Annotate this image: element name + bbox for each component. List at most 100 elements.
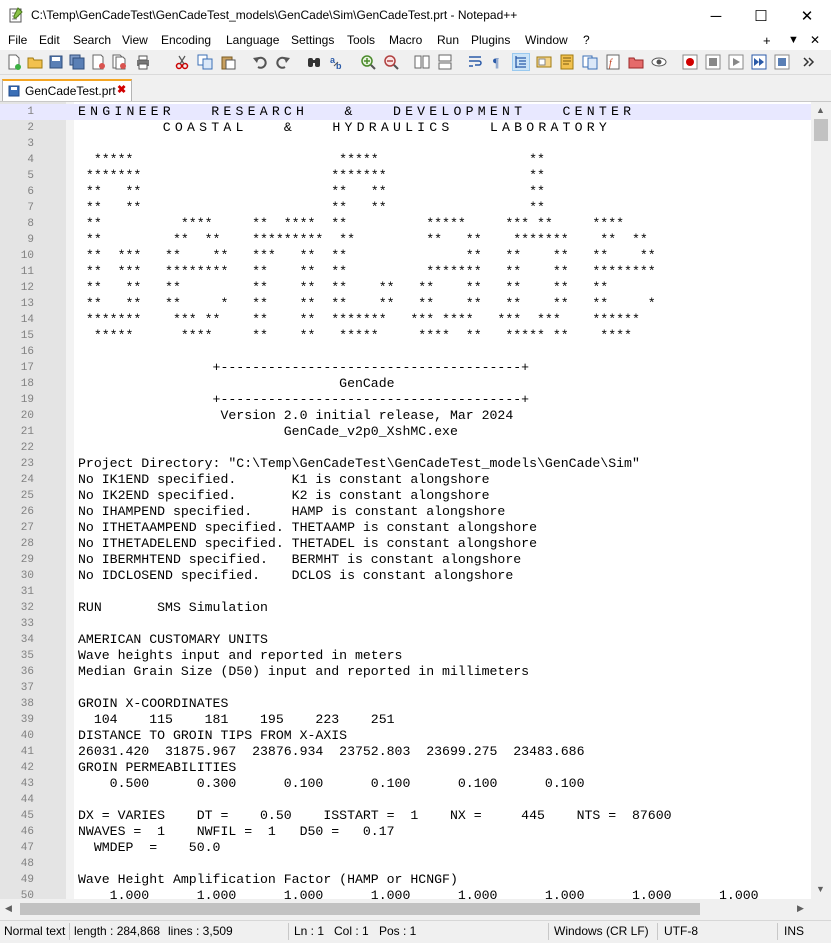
menu-window[interactable]: Window	[525, 33, 568, 47]
line-text[interactable]: ***** **** ** ** ***** **** ** ***** ** …	[78, 328, 632, 344]
tab-close-icon[interactable]: ✖	[117, 83, 126, 96]
new-tab-button[interactable]: +	[763, 33, 771, 48]
monitoring-icon[interactable]	[651, 54, 667, 70]
line-text[interactable]: Wave Height Amplification Factor (HAMP o…	[78, 872, 458, 888]
replace-icon[interactable]: ab	[329, 54, 345, 70]
line-text[interactable]: ** ** ** ********* ** ** ** ******* ** *…	[78, 232, 648, 248]
code-line[interactable]: 2 COASTAL & HYDRAULICS LABORATORY	[0, 120, 811, 136]
line-text[interactable]: ENGINEER RESEARCH & DEVELOPMENT CENTER	[78, 104, 635, 120]
sync-vertical-icon[interactable]	[414, 54, 430, 70]
undo-icon[interactable]	[252, 54, 268, 70]
menu-edit[interactable]: Edit	[39, 33, 60, 47]
close-doc-button[interactable]: ✕	[810, 33, 820, 47]
sync-horizontal-icon[interactable]	[437, 54, 453, 70]
doc-map-icon[interactable]	[559, 54, 575, 70]
save-all-icon[interactable]	[69, 54, 85, 70]
show-all-chars-icon[interactable]: ¶	[490, 54, 506, 70]
menu-file[interactable]: File	[8, 33, 27, 47]
editor[interactable]: 1 ENGINEER RESEARCH & DEVELOPMENT CENTER 2…	[0, 102, 811, 899]
code-line[interactable]: 19 +------------------------------------…	[0, 392, 811, 408]
code-line[interactable]: 13 ** ** ** * ** ** ** ** ** ** ** ** **…	[0, 296, 811, 312]
record-macro-icon[interactable]	[682, 54, 698, 70]
zoom-in-icon[interactable]	[360, 54, 376, 70]
line-text[interactable]: DX = VARIES DT = 0.50 ISSTART = 1 NX = 4…	[78, 808, 672, 824]
line-text[interactable]: No IK1END specified. K1 is constant alon…	[78, 472, 490, 488]
line-text[interactable]: ******* *** ** ** ** ******* *** **** **…	[78, 312, 640, 328]
indent-guide-icon[interactable]	[512, 53, 530, 71]
code-line[interactable]: 24 No IK1END specified. K1 is constant al…	[0, 472, 811, 488]
folder-workspace-icon[interactable]	[628, 54, 644, 70]
scroll-right-icon[interactable]: ▶	[797, 903, 804, 914]
menu-run[interactable]: Run	[437, 33, 459, 47]
line-text[interactable]: COASTAL & HYDRAULICS LABORATORY	[78, 120, 611, 136]
code-line[interactable]: 33	[0, 616, 811, 632]
code-line[interactable]: 15 ***** **** ** ** ***** **** ** ***** …	[0, 328, 811, 344]
print-icon[interactable]	[135, 54, 151, 70]
line-text[interactable]: +--------------------------------------+	[78, 392, 530, 408]
line-text[interactable]: No IDCLOSEND specified. DCLOS is constan…	[78, 568, 513, 584]
code-line[interactable]: 23 Project Directory: "C:\Temp\GenCadeTes…	[0, 456, 811, 472]
code-line[interactable]: 8 ** **** ** **** ** ***** *** ** ****	[0, 216, 811, 232]
code-line[interactable]: 49 Wave Height Amplification Factor (HAMP…	[0, 872, 811, 888]
line-text[interactable]: ** *** ******** ** ** ** ******* ** ** *…	[78, 264, 656, 280]
run-macro-multiple-icon[interactable]	[751, 54, 767, 70]
code-line[interactable]: 11 ** *** ******** ** ** ** ******* ** *…	[0, 264, 811, 280]
menu-macro[interactable]: Macro	[389, 33, 422, 47]
code-line[interactable]: 26 No IHAMPEND specified. HAMP is constan…	[0, 504, 811, 520]
line-text[interactable]: DISTANCE TO GROIN TIPS FROM X-AXIS	[78, 728, 347, 744]
code-line[interactable]: 27 No ITHETAAMPEND specified. THETAAMP is…	[0, 520, 811, 536]
code-area[interactable]: 1 ENGINEER RESEARCH & DEVELOPMENT CENTER 2…	[0, 104, 811, 899]
code-line[interactable]: 40 DISTANCE TO GROIN TIPS FROM X-AXIS	[0, 728, 811, 744]
code-line[interactable]: 9 ** ** ** ********* ** ** ** ******* **…	[0, 232, 811, 248]
code-line[interactable]: 39 104 115 181 195 223 251	[0, 712, 811, 728]
line-text[interactable]: GROIN PERMEABILITIES	[78, 760, 236, 776]
line-text[interactable]: ** **** ** **** ** ***** *** ** ****	[78, 216, 624, 232]
line-text[interactable]: ** ** ** * ** ** ** ** ** ** ** ** ** *	[78, 296, 656, 312]
menu-plugins[interactable]: Plugins	[471, 33, 510, 47]
line-text[interactable]: No IK2END specified. K2 is constant alon…	[78, 488, 490, 504]
line-text[interactable]: No ITHETAAMPEND specified. THETAAMP is c…	[78, 520, 537, 536]
user-lang-icon[interactable]	[536, 54, 552, 70]
code-line[interactable]: 44	[0, 792, 811, 808]
toolbar-overflow-icon[interactable]	[800, 54, 816, 70]
code-line[interactable]: 50 1.000 1.000 1.000 1.000 1.000 1.000 1…	[0, 888, 811, 899]
menu-encoding[interactable]: Encoding	[161, 33, 211, 47]
code-line[interactable]: 30 No IDCLOSEND specified. DCLOS is const…	[0, 568, 811, 584]
code-line[interactable]: 35 Wave heights input and reported in met…	[0, 648, 811, 664]
horizontal-scroll-thumb[interactable]	[20, 903, 700, 915]
menu-settings[interactable]: Settings	[291, 33, 334, 47]
line-text[interactable]: ** ** ** ** **	[78, 184, 545, 200]
code-line[interactable]: 16	[0, 344, 811, 360]
menu-view[interactable]: View	[122, 33, 148, 47]
close-file-icon[interactable]	[90, 54, 106, 70]
code-line[interactable]: 46 NWAVES = 1 NWFIL = 1 D50 = 0.17	[0, 824, 811, 840]
vertical-scrollbar[interactable]: ▲ ▼	[811, 102, 831, 899]
code-line[interactable]: 3	[0, 136, 811, 152]
line-text[interactable]: NWAVES = 1 NWFIL = 1 D50 = 0.17	[78, 824, 395, 840]
code-line[interactable]: 10 ** *** ** ** *** ** ** ** ** ** ** **	[0, 248, 811, 264]
new-file-icon[interactable]	[6, 54, 22, 70]
line-text[interactable]: 1.000 1.000 1.000 1.000 1.000 1.000 1.00…	[78, 888, 759, 899]
code-line[interactable]: 45 DX = VARIES DT = 0.50 ISSTART = 1 NX =…	[0, 808, 811, 824]
line-text[interactable]: ** ** ** ** **	[78, 200, 545, 216]
code-line[interactable]: 25 No IK2END specified. K2 is constant al…	[0, 488, 811, 504]
code-line[interactable]: 7 ** ** ** ** **	[0, 200, 811, 216]
horizontal-scrollbar[interactable]: ◀ ▶	[0, 899, 811, 919]
line-text[interactable]: 0.500 0.300 0.100 0.100 0.100 0.100	[78, 776, 585, 792]
line-text[interactable]: +--------------------------------------+	[78, 360, 530, 376]
code-line[interactable]: 14 ******* *** ** ** ** ******* *** ****…	[0, 312, 811, 328]
code-line[interactable]: 5 ******* ******* **	[0, 168, 811, 184]
line-text[interactable]: Version 2.0 initial release, Mar 2024	[78, 408, 513, 424]
minimize-button[interactable]: ─	[693, 0, 739, 32]
code-line[interactable]: 4 ***** ***** **	[0, 152, 811, 168]
line-text[interactable]: No IHAMPEND specified. HAMP is constant …	[78, 504, 505, 520]
code-line[interactable]: 12 ** ** ** ** ** ** ** ** ** ** ** **	[0, 280, 811, 296]
line-text[interactable]: GenCade	[78, 376, 394, 392]
zoom-out-icon[interactable]	[383, 54, 399, 70]
line-text[interactable]: Median Grain Size (D50) input and report…	[78, 664, 529, 680]
line-text[interactable]: 26031.420 31875.967 23876.934 23752.803 …	[78, 744, 584, 760]
menu-help[interactable]: ?	[583, 33, 590, 47]
find-icon[interactable]	[306, 54, 322, 70]
code-line[interactable]: 38 GROIN X-COORDINATES	[0, 696, 811, 712]
close-button[interactable]: ✕	[784, 0, 830, 32]
